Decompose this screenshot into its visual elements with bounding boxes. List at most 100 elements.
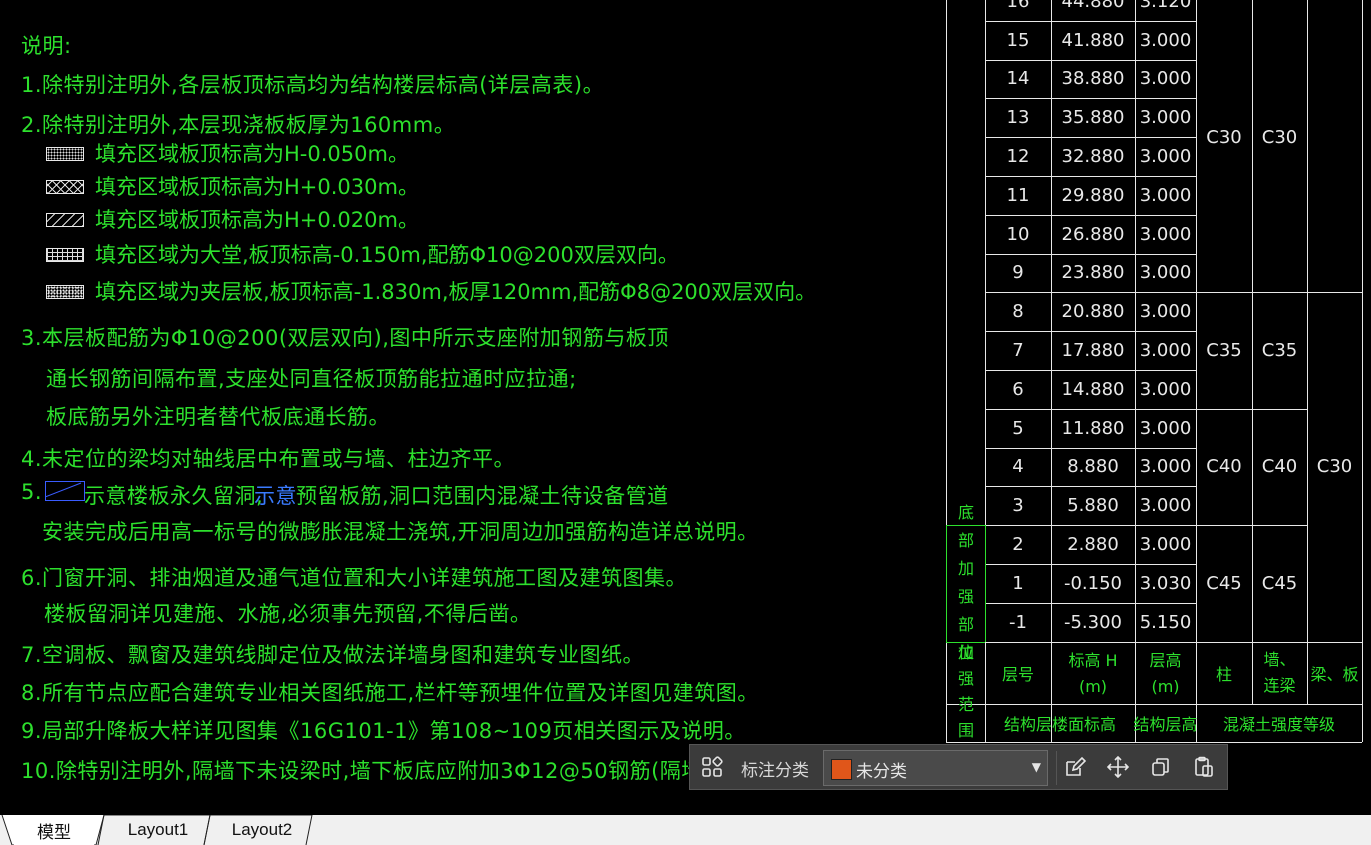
note-8: 8.所有节点应配合建筑专业相关图纸施工,栏杆等预埋件位置及详图见建筑图。 bbox=[21, 681, 759, 705]
table-cell-beam-grade: C30 bbox=[1316, 456, 1353, 478]
table-cell-height: 3.030 bbox=[1139, 572, 1192, 594]
annotation-toolbar: 标注分类 未分类 ▼ bbox=[689, 744, 1228, 790]
table-cell-floor: -1 bbox=[1009, 611, 1027, 633]
table-cell-column-grade: C40 bbox=[1206, 456, 1242, 478]
table-cell-elevation: 23.880 bbox=[1061, 262, 1125, 284]
table-cell-height: 3.000 bbox=[1139, 495, 1192, 517]
note-5-part2: 预留板筋,洞口范围内混凝土待设备管道 bbox=[296, 484, 669, 508]
tab-model[interactable]: 模型 bbox=[14, 815, 94, 845]
move-icon[interactable] bbox=[1106, 755, 1130, 779]
fill-legend-4-text: 填充区域为大堂,板顶标高-0.150m,配筋Φ10@200双层双向。 bbox=[95, 243, 679, 267]
table-cell-height: 3.000 bbox=[1139, 534, 1192, 556]
table-cell-floor: 8 bbox=[1012, 301, 1024, 323]
table-cell-elevation: -0.150 bbox=[1063, 572, 1123, 594]
table-cell-column-grade: C35 bbox=[1206, 340, 1242, 362]
table-cell-elevation: 20.880 bbox=[1061, 301, 1125, 323]
note-4: 4.未定位的梁均对轴线居中布置或与墙、柱边齐平。 bbox=[21, 447, 516, 471]
bottom-strengthen-label: 底部加强部位 bbox=[957, 503, 974, 663]
layer-select-value: 未分类 bbox=[856, 762, 907, 782]
annotation-category-select[interactable]: 未分类 ▼ bbox=[823, 750, 1048, 786]
fill-legend-1-text: 填充区域板顶标高为H-0.050m。 bbox=[95, 142, 409, 166]
fill-legend-3-text: 填充区域板顶标高为H+0.020m。 bbox=[95, 208, 419, 232]
table-cell-height: 3.000 bbox=[1139, 378, 1192, 400]
table-cell-elevation: 11.880 bbox=[1061, 417, 1125, 439]
note-5-prefix: 5. bbox=[21, 480, 43, 504]
header-column: 柱 bbox=[1215, 664, 1232, 684]
table-cell-height: 3.000 bbox=[1139, 146, 1192, 168]
table-cell-floor: 6 bbox=[1012, 378, 1024, 400]
table-cell-elevation: 32.880 bbox=[1061, 146, 1125, 168]
table-cell-height: 3.000 bbox=[1139, 340, 1192, 362]
hatch-dense-swatch bbox=[46, 285, 84, 299]
table-cell-elevation: 17.880 bbox=[1061, 340, 1125, 362]
note-5b: 安装完成后用高一标号的微膨胀混凝土浇筑,开洞周边加强筋构造详总说明。 bbox=[42, 520, 759, 544]
table-hline bbox=[946, 742, 1362, 743]
hatch-grid-swatch bbox=[46, 248, 84, 262]
table-cell-wall-grade: C45 bbox=[1261, 572, 1298, 594]
table-cell-floor: 4 bbox=[1012, 456, 1024, 478]
header-elevation-unit: (m) bbox=[1078, 677, 1108, 697]
table-cell-floor: 2 bbox=[1012, 534, 1024, 556]
copy-icon[interactable] bbox=[1149, 755, 1173, 779]
table-cell-floor: 1 bbox=[1012, 572, 1024, 594]
note-1: 1.除特别注明外,各层板顶标高均为结构楼层标高(详层高表)。 bbox=[21, 73, 605, 97]
table-cell-height: 3.120 bbox=[1139, 0, 1192, 12]
table-cell-column-grade: C45 bbox=[1206, 572, 1242, 594]
table-cell-elevation: 8.880 bbox=[1067, 456, 1119, 478]
table-cell-floor: 14 bbox=[1006, 68, 1030, 90]
header-height-unit: (m) bbox=[1151, 677, 1180, 697]
table-cell-height: 3.000 bbox=[1139, 223, 1192, 245]
hatch-dots-swatch bbox=[46, 147, 84, 161]
header-beam-slab: 梁、板 bbox=[1310, 664, 1359, 684]
hatch-diagonal-swatch bbox=[46, 213, 84, 227]
paste-icon[interactable] bbox=[1192, 755, 1216, 779]
tab-layout1[interactable]: Layout1 bbox=[108, 815, 208, 845]
table-cell-floor: 5 bbox=[1012, 417, 1024, 439]
table-cell-floor: 7 bbox=[1012, 340, 1024, 362]
table-cell-elevation: 35.880 bbox=[1061, 107, 1125, 129]
header-wall: 墙、连梁 bbox=[1263, 649, 1296, 695]
table-cell-elevation: 38.880 bbox=[1061, 68, 1125, 90]
table-vline bbox=[1362, 0, 1363, 742]
annotation-category-label: 标注分类 bbox=[741, 761, 809, 781]
note-9: 9.局部升降板大样详见图集《16G101-1》第108~109页相关图示及说明。 bbox=[21, 719, 746, 743]
chevron-down-icon: ▼ bbox=[1031, 760, 1041, 774]
note-3a: 3.本层板配筋为Φ10@200(双层双向),图中所示支座附加钢筋与板顶 bbox=[21, 326, 669, 350]
strengthen-box-line bbox=[946, 525, 947, 642]
tab-layout2[interactable]: Layout2 bbox=[214, 815, 310, 845]
table-cell-height: 3.000 bbox=[1139, 456, 1192, 478]
table-cell-floor: 10 bbox=[1006, 223, 1030, 245]
table-cell-height: 3.000 bbox=[1139, 262, 1192, 284]
table-cell-floor: 9 bbox=[1012, 262, 1024, 284]
note-6b: 楼板留洞详见建施、水施,必须事先预留,不得后凿。 bbox=[44, 602, 532, 626]
table-cell-wall-grade: C30 bbox=[1261, 126, 1298, 148]
header-height: 层高 bbox=[1149, 650, 1182, 670]
table-cell-height: 3.000 bbox=[1139, 301, 1192, 323]
table-cell-elevation: 26.880 bbox=[1061, 223, 1125, 245]
table-cell-column-grade: C30 bbox=[1206, 126, 1242, 148]
header-concrete-grade: 混凝土强度等级 bbox=[1222, 715, 1335, 734]
table-cell-elevation: 14.880 bbox=[1061, 378, 1125, 400]
note-6a: 6.门窗开洞、排油烟道及通气道位置和大小详建筑施工图及建筑图集。 bbox=[21, 566, 688, 590]
layer-color-swatch bbox=[831, 759, 852, 780]
fill-legend-2-text: 填充区域板顶标高为H+0.030m。 bbox=[95, 175, 419, 199]
table-cell-elevation: 41.880 bbox=[1061, 29, 1125, 51]
table-cell-elevation: 44.880 bbox=[1061, 0, 1125, 12]
table-cell-floor: 3 bbox=[1012, 495, 1024, 517]
grid-apps-icon[interactable] bbox=[700, 755, 724, 779]
table-cell-elevation: 29.880 bbox=[1061, 184, 1125, 206]
table-cell-elevation: 2.880 bbox=[1067, 534, 1119, 556]
table-cell-wall-grade: C40 bbox=[1261, 456, 1298, 478]
note-2: 2.除特别注明外,本层现浇板板厚为160mm。 bbox=[21, 113, 456, 137]
note-5-part2-symbol: 示意 bbox=[254, 484, 297, 508]
table-cell-height: 3.000 bbox=[1139, 29, 1192, 51]
table-cell-wall-grade: C35 bbox=[1261, 340, 1298, 362]
header-strengthen-range: 加强范围 bbox=[957, 642, 974, 740]
table-cell-height: 3.000 bbox=[1139, 417, 1192, 439]
cad-drawing-canvas[interactable]: 说明: 1.除特别注明外,各层板顶标高均为结构楼层标高(详层高表)。 2.除特别… bbox=[0, 0, 1371, 815]
notes-title: 说明: bbox=[21, 34, 72, 58]
table-cell-floor: 11 bbox=[1006, 184, 1030, 206]
edit-icon[interactable] bbox=[1063, 755, 1087, 779]
header-structural-height: 结构层高 bbox=[1133, 715, 1198, 734]
header-elevation: 标高 H bbox=[1068, 650, 1118, 670]
